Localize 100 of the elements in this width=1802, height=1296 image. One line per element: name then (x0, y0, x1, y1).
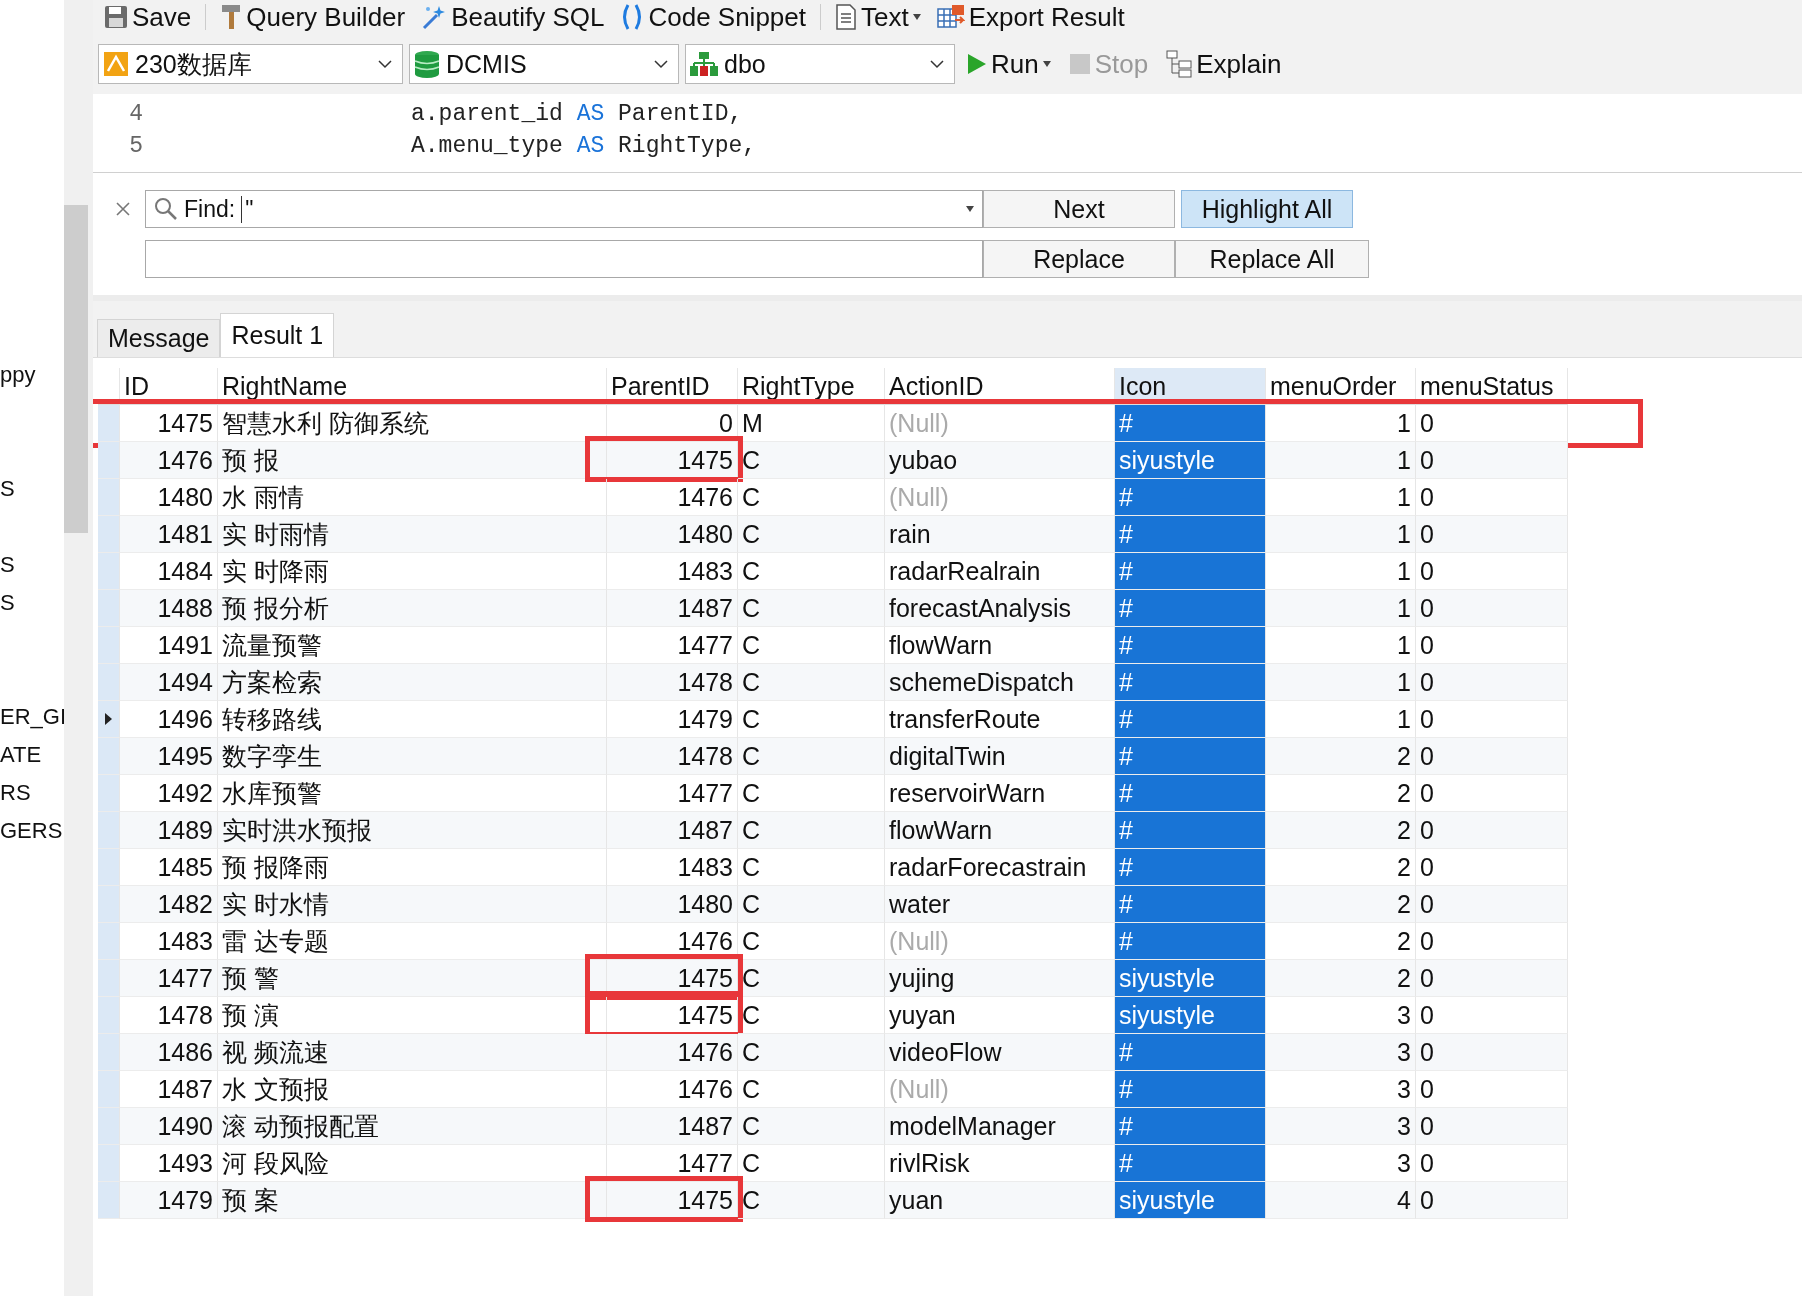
table-cell: 1 (1266, 590, 1416, 627)
table-cell: 2 (1266, 960, 1416, 997)
tree-item[interactable]: ER_GI (0, 698, 64, 736)
table-cell: 0 (1416, 516, 1568, 553)
table-cell: C (738, 516, 885, 553)
table-cell: # (1115, 701, 1266, 738)
table-cell: 实 时雨情 (218, 516, 607, 553)
table-cell: 数字孪生 (218, 738, 607, 775)
table-cell: # (1115, 405, 1266, 442)
table-cell: C (738, 1182, 885, 1219)
table-cell: C (738, 960, 885, 997)
tree-diagram-icon (1166, 50, 1193, 78)
table-cell: 1476 (607, 1034, 738, 1071)
selector-dropdown[interactable]: dbo (685, 44, 955, 84)
table-cell: 预 警 (218, 960, 607, 997)
table-cell: 预 案 (218, 1182, 607, 1219)
table-cell: 2 (1266, 738, 1416, 775)
table-row[interactable]: 1489 实时洪水预报 1487 C flowWarn # 2 0 (98, 812, 1568, 849)
table-cell: 0 (1416, 1182, 1568, 1219)
table-cell: 1475 (607, 960, 738, 997)
table-row[interactable]: 1486 视 频流速 1476 C videoFlow # 3 0 (98, 1034, 1568, 1071)
chevron-down-icon (654, 59, 668, 69)
table-row[interactable]: 1482 实 时水情 1480 C water # 2 0 (98, 886, 1568, 923)
tree-item[interactable]: S (0, 584, 15, 622)
play-icon (967, 53, 987, 75)
table-cell: # (1115, 590, 1266, 627)
table-cell: siyustyle (1115, 997, 1266, 1034)
toolbar-button[interactable]: Query Builder (214, 1, 412, 33)
caret-icon (966, 206, 974, 212)
tree-item[interactable]: ppy (0, 356, 36, 394)
toolbar-button[interactable]: Run (961, 48, 1057, 80)
tree-item[interactable]: RS (0, 774, 31, 812)
table-cell: 1490 (120, 1108, 218, 1145)
table-row[interactable]: 1488 预 报分析 1487 C forecastAnalysis # 1 0 (98, 590, 1568, 627)
table-cell: 1486 (120, 1034, 218, 1071)
replace-field[interactable] (145, 240, 983, 278)
tree-item[interactable]: S (0, 546, 15, 584)
table-row[interactable]: 1494 方案检索 1478 C schemeDispatch # 1 0 (98, 664, 1568, 701)
find-field[interactable]: Find: " (145, 190, 983, 228)
table-cell: # (1115, 664, 1266, 701)
table-row[interactable]: 1490 滚 动预报配置 1487 C modelManager # 3 0 (98, 1108, 1568, 1145)
table-cell: 0 (1416, 1034, 1568, 1071)
table-cell: # (1115, 775, 1266, 812)
toolbar-button[interactable]: Code Snippet (614, 1, 812, 33)
line-number: 4 (128, 101, 144, 127)
search-icon (154, 197, 178, 221)
table-cell: 2 (1266, 812, 1416, 849)
table-cell: # (1115, 1108, 1266, 1145)
table-cell: # (1115, 1034, 1266, 1071)
tree-item[interactable]: GERS (0, 812, 63, 850)
table-cell: # (1115, 479, 1266, 516)
table-cell: 0 (1416, 886, 1568, 923)
table-cell: 滚 动预报配置 (218, 1108, 607, 1145)
table-cell: siyustyle (1115, 960, 1266, 997)
table-row[interactable]: 1481 实 时雨情 1480 C rain # 1 0 (98, 516, 1568, 553)
row-header[interactable] (98, 701, 120, 738)
tree-item[interactable]: S (0, 470, 15, 508)
selector-dropdown[interactable]: DCMIS (409, 44, 679, 84)
table-cell: 预 报 (218, 442, 607, 479)
table-cell: siyustyle (1115, 442, 1266, 479)
tree-item[interactable]: ATE (0, 736, 42, 774)
table-cell: 实时洪水预报 (218, 812, 607, 849)
chevron-down-icon (930, 59, 944, 69)
table-cell: 1 (1266, 516, 1416, 553)
table-cell: C (738, 1108, 885, 1145)
table-cell: 1494 (120, 664, 218, 701)
toolbar-button[interactable]: Export Result (930, 1, 1131, 33)
table-cell: 1495 (120, 738, 218, 775)
table-row[interactable]: 1495 数字孪生 1478 C digitalTwin # 2 0 (98, 738, 1568, 775)
close-icon[interactable] (116, 202, 130, 216)
line-number: 5 (128, 133, 144, 159)
table-cell: # (1115, 553, 1266, 590)
scrollbar-thumb[interactable] (64, 205, 88, 533)
find-button[interactable]: Replace (983, 240, 1175, 278)
table-cell: 1487 (607, 812, 738, 849)
toolbar-button[interactable]: Explain (1160, 48, 1288, 80)
code-line: A.menu_type AS RightType, (411, 133, 757, 159)
toolbar-button[interactable]: Beautify SQL (415, 1, 611, 33)
toolbar-button[interactable]: Text (829, 1, 927, 33)
table-cell: 1476 (120, 442, 218, 479)
toolbar-button[interactable]: Save (98, 1, 198, 33)
table-cell: # (1115, 1071, 1266, 1108)
find-button[interactable]: Highlight All (1181, 190, 1353, 228)
result-tab[interactable]: Result 1 (220, 313, 335, 357)
spreadsheet-icon (936, 4, 965, 30)
table-cell: 1488 (120, 590, 218, 627)
find-button[interactable]: Replace All (1175, 240, 1369, 278)
table-cell: C (738, 1034, 885, 1071)
selector-dropdown[interactable]: 230数据库 (98, 44, 403, 84)
table-cell: 4 (1266, 1182, 1416, 1219)
table-cell: # (1115, 923, 1266, 960)
table-cell: 视 频流速 (218, 1034, 607, 1071)
table-cell: 1479 (120, 1182, 218, 1219)
table-cell: 3 (1266, 1108, 1416, 1145)
table-cell: C (738, 442, 885, 479)
stop-icon (1068, 53, 1091, 75)
find-button[interactable]: Next (983, 190, 1175, 228)
result-tab[interactable]: Message (97, 319, 221, 357)
table-cell: 实 时水情 (218, 886, 607, 923)
table-cell: C (738, 664, 885, 701)
